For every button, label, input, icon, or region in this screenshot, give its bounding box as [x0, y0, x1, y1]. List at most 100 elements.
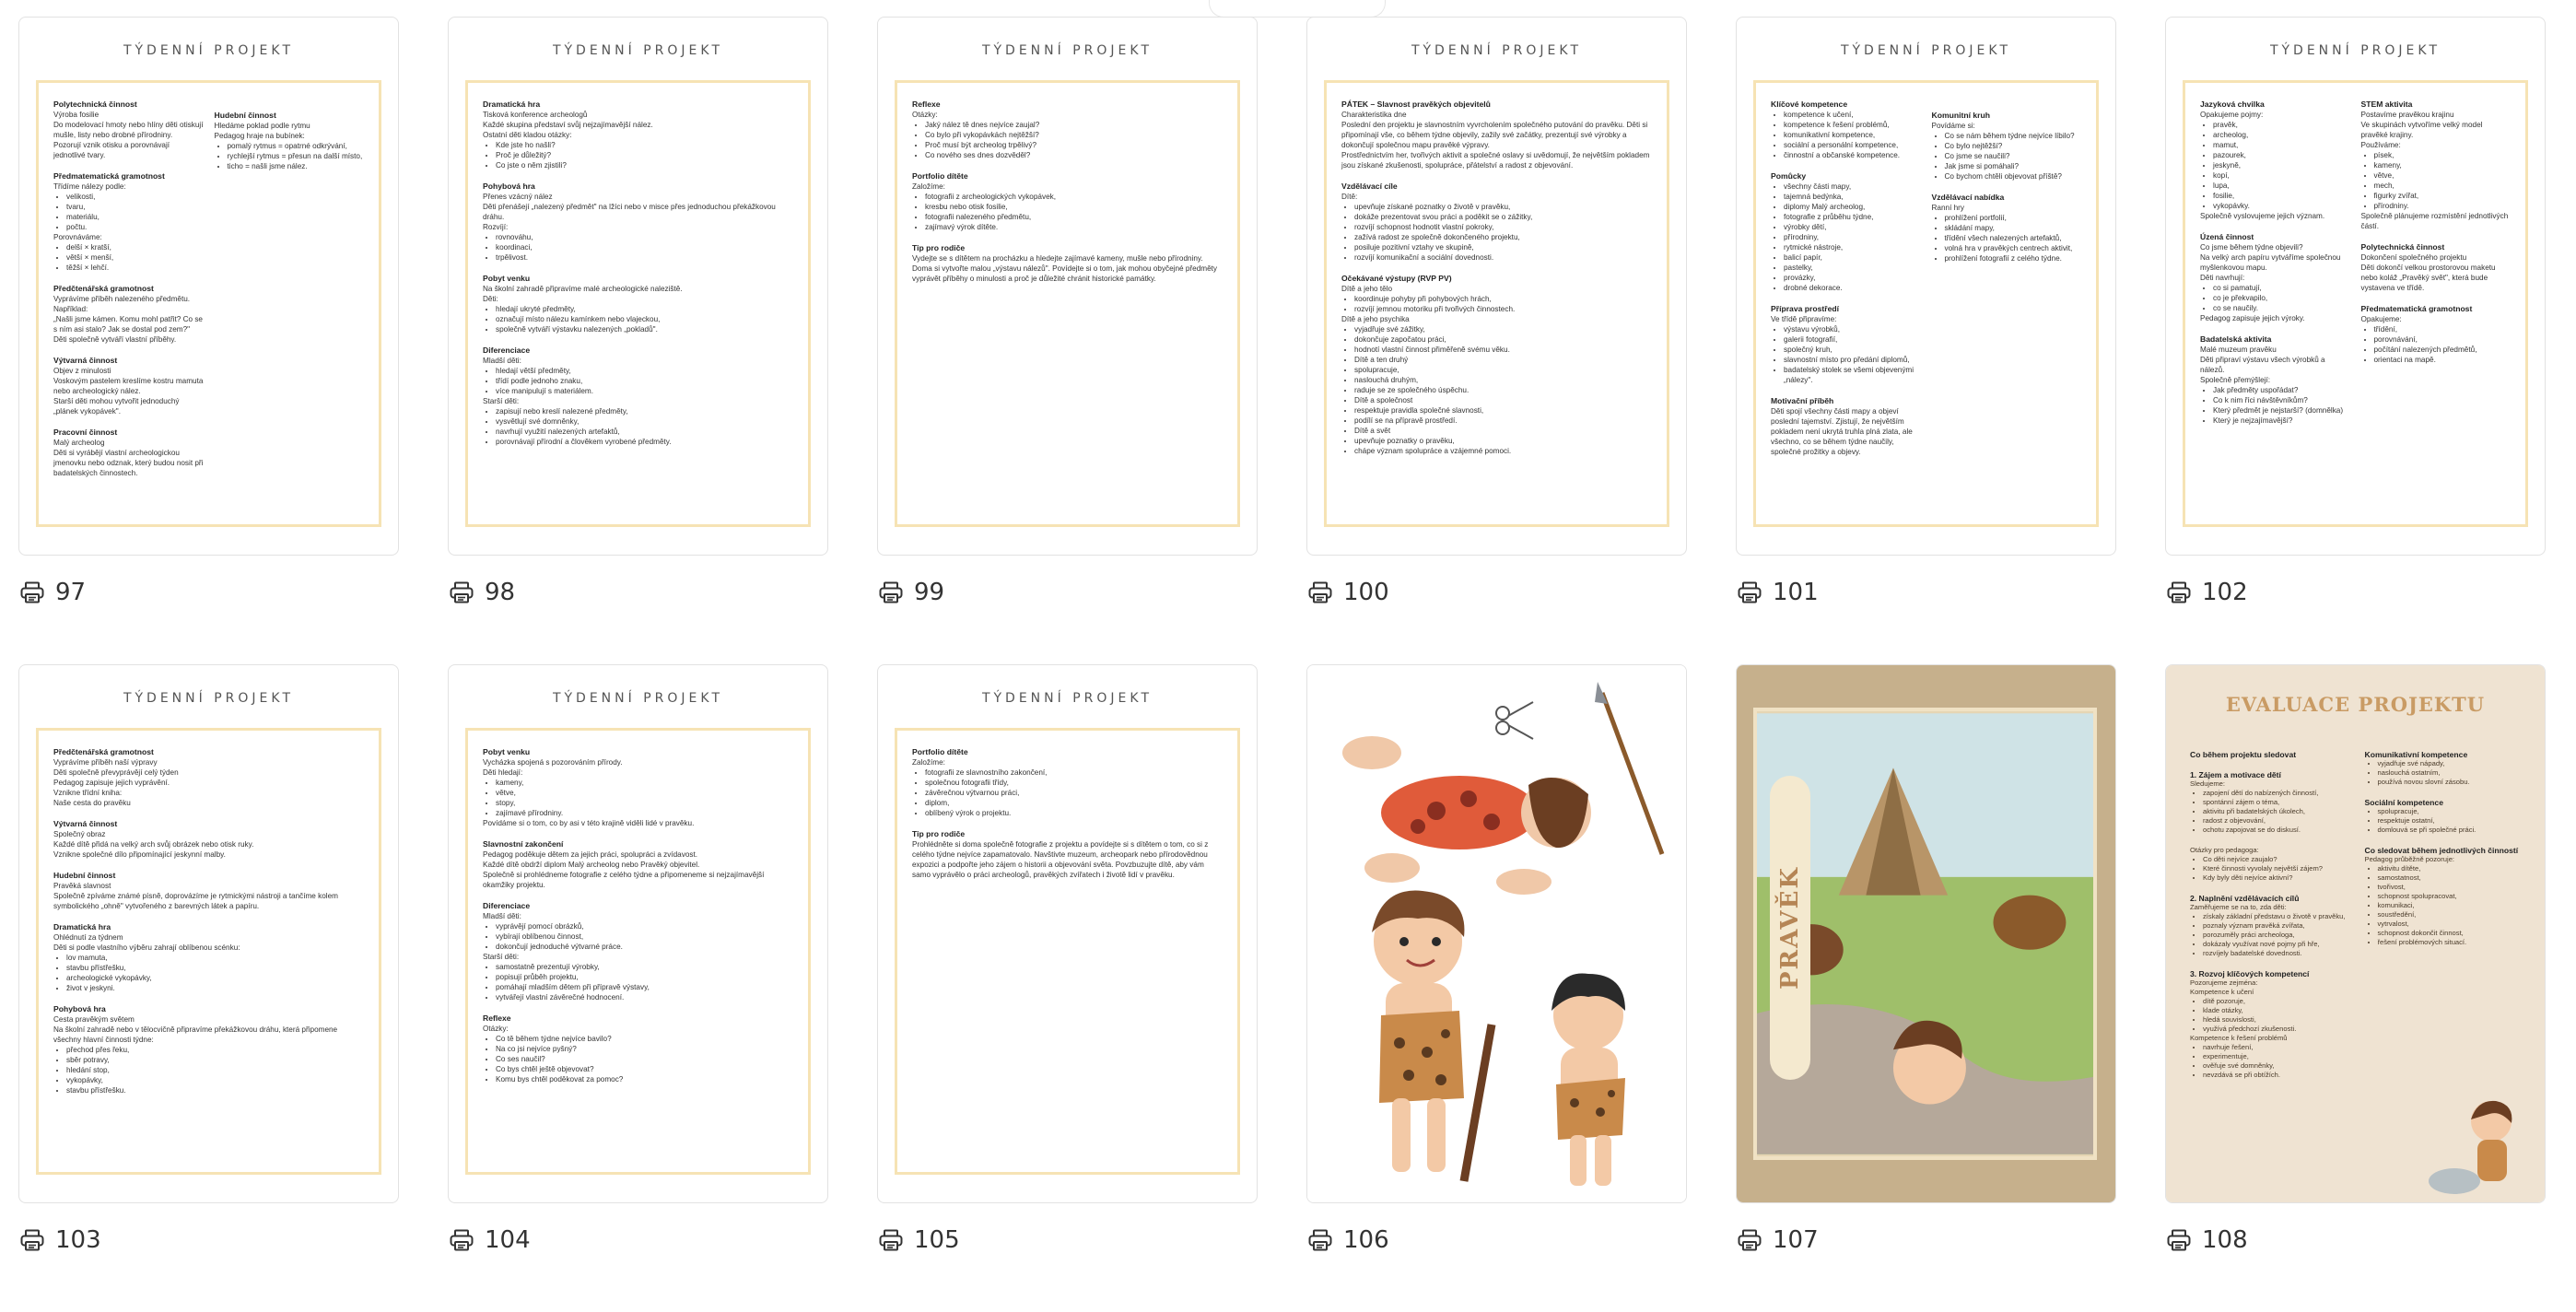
page-number-label[interactable]: 103: [20, 1226, 101, 1254]
section-text: Na školní zahradě připravíme malé archeo…: [483, 285, 683, 293]
bullet-item: větší × menší,: [66, 252, 204, 263]
page-thumbnail[interactable]: TÝDENNÍ PROJEKT Pobyt venku Vycházka spoje…: [448, 664, 828, 1203]
top-toggle-tab[interactable]: [1209, 0, 1386, 18]
bullet-item: rychlejší rytmus = přesun na další místo…: [228, 151, 365, 161]
bullet-item: rozvíjí komunikační a sociální dovednost…: [1354, 252, 1652, 263]
bullet-item: trpělivost.: [496, 252, 793, 263]
page-thumbnail[interactable]: TÝDENNÍ PROJEKTKlíčové kompetencekompete…: [1736, 17, 2116, 556]
section-heading: Diferenciace: [483, 346, 531, 355]
section-text: Pedagog poděkuje dětem za jejich práci, …: [483, 850, 698, 859]
page-number-label[interactable]: 101: [1738, 579, 1819, 606]
bullet-item: tvaru,: [66, 202, 204, 212]
bullet-list: Co děti nejvíce zaujalo?Které činnosti v…: [2190, 855, 2352, 883]
bullet-item: respektuje ostatní,: [2378, 816, 2527, 826]
bullet-item: vyjadřuje své zážitky,: [1354, 324, 1652, 334]
content-column: Předčtenářská gramotnost Vyprávíme příběh…: [53, 747, 364, 1107]
printer-icon[interactable]: [1308, 1229, 1332, 1251]
section-heading: Co během projektu sledovat: [2190, 750, 2297, 759]
page-thumbnail[interactable]: TÝDENNÍ PROJEKT Jazyková chvilka Opakujeme…: [2165, 17, 2546, 556]
section-text: Prohlédněte si doma společně fotografie …: [912, 840, 1209, 879]
printer-icon[interactable]: [450, 581, 474, 603]
bullet-item: vysvětlují své domněnky,: [496, 416, 793, 427]
content-section: Tip pro rodiče Prohlédněte si doma společ…: [912, 829, 1223, 880]
bullet-item: fotografii nalezeného předmětu,: [925, 212, 1223, 222]
page-number-label[interactable]: 98: [450, 579, 515, 606]
bullet-item: kompetence k učení,: [1784, 110, 1921, 120]
page-content-frame: Polytechnická činnost Výroba fosilie Do mo…: [36, 80, 381, 527]
section-heading: Očekávané výstupy (RVP PV): [1341, 274, 1452, 283]
section-text: Používáme:: [2360, 141, 2401, 149]
bullet-item: výrobky dětí,: [1784, 222, 1921, 232]
page-thumbnail[interactable]: PRAVĚK: [1736, 664, 2116, 1203]
section-text: Voskovým pastelem kreslíme kostru mamuta…: [53, 377, 204, 395]
bullet-item: archeologické vykopávky,: [66, 973, 364, 983]
printer-icon[interactable]: [1738, 1229, 1762, 1251]
page-thumbnail[interactable]: TÝDENNÍ PROJEKT PÁTEK – Slavnost pravěkýc…: [1306, 17, 1687, 556]
bullet-item: co se naučily.: [2213, 303, 2350, 313]
content-section: Reflexe Otázky:Co tě během týdne nejvíce …: [483, 1013, 793, 1084]
bullet-item: sběr potravy,: [66, 1055, 364, 1065]
printer-icon[interactable]: [879, 581, 903, 603]
bullet-list: vyjadřuje své nápady,naslouchá ostatním,…: [2365, 759, 2527, 787]
printer-icon[interactable]: [20, 581, 44, 603]
cover-vertical-title: PRAVĚK: [1770, 776, 1810, 1080]
page-number-label[interactable]: 107: [1738, 1226, 1819, 1254]
bullet-item: Kde jste ho našli?: [496, 140, 793, 150]
page-number-label[interactable]: 104: [450, 1226, 531, 1254]
printer-icon[interactable]: [1308, 581, 1332, 603]
bullet-item: jeskyně,: [2213, 160, 2350, 170]
page-thumbnail[interactable]: EVALUACE PROJEKTU Co během projektu sledo…: [2165, 664, 2546, 1203]
bullet-item: oblíbený výrok o projektu.: [925, 808, 1223, 818]
section-heading: Pohybová hra: [483, 182, 535, 191]
printer-icon[interactable]: [450, 1229, 474, 1251]
page-number: 105: [914, 1226, 960, 1254]
evaluation-page: EVALUACE PROJEKTU Co během projektu sledo…: [2166, 665, 2545, 1202]
page-thumbnail[interactable]: TÝDENNÍ PROJEKT Portfolio dítěte Založíme:…: [877, 664, 1258, 1203]
page-number-label[interactable]: 108: [2167, 1226, 2248, 1254]
section-text: Vycházka spojená s pozorováním přírody.: [483, 758, 623, 767]
content-column: Klíčové kompetencekompetence k učení,kom…: [1771, 100, 1921, 468]
content-section: Badatelská aktivita Malé muzeum pravěku Dě…: [2200, 334, 2350, 426]
bullet-item: zažívá radost ze společně dokončeného pr…: [1354, 232, 1652, 242]
bullet-item: prohlížení fotografií z celého týdne.: [1945, 253, 2082, 264]
printer-icon[interactable]: [2167, 1229, 2191, 1251]
bullet-item: rovnováhu,: [496, 232, 793, 242]
section-text: Mladší děti:: [483, 357, 521, 365]
section-heading: Předčtenářská gramotnost: [53, 284, 154, 293]
page-number-label[interactable]: 97: [20, 579, 86, 606]
printer-icon[interactable]: [2167, 581, 2191, 603]
page-thumbnail[interactable]: TÝDENNÍ PROJEKT Dramatická hra Tisková kon…: [448, 17, 828, 556]
content-section: STEM aktivita Postavíme pravěkou krajinu V…: [2361, 100, 2512, 231]
section-text: Cesta pravěkým světem: [53, 1015, 135, 1024]
page-thumbnail-cell: TÝDENNÍ PROJEKTKlíčové kompetencekompete…: [1736, 17, 2118, 664]
bullet-item: naslouchá ostatním,: [2378, 768, 2527, 778]
page-number-label[interactable]: 100: [1308, 579, 1389, 606]
section-text: Děti hledají:: [483, 768, 523, 777]
page-number-label[interactable]: 102: [2167, 579, 2248, 606]
page-number-label[interactable]: 105: [879, 1226, 960, 1254]
page-thumbnail-cell: TÝDENNÍ PROJEKT Portfolio dítěte Založíme:…: [877, 664, 1259, 1312]
section-text: Děti přenášejí „nalezený předmět" na lží…: [483, 203, 776, 221]
section-text: Ranní hry: [1931, 204, 1965, 212]
page-number: 106: [1343, 1226, 1389, 1254]
content-section: Komunikativní kompetencevyjadřuje své ná…: [2365, 750, 2527, 787]
page-thumbnail[interactable]: TÝDENNÍ PROJEKT Polytechnická činnost Výro…: [18, 17, 399, 556]
page-thumbnail[interactable]: TÝDENNÍ PROJEKT Předčtenářská gramotnost V…: [18, 664, 399, 1203]
page-number-label[interactable]: 106: [1308, 1226, 1389, 1254]
page-thumbnail[interactable]: TÝDENNÍ PROJEKT Reflexe Otázky:Jaký nález …: [877, 17, 1258, 556]
printer-icon[interactable]: [1738, 581, 1762, 603]
bullet-item: kameny,: [496, 778, 793, 788]
printer-icon[interactable]: [20, 1229, 44, 1251]
bullet-list: prohlížení portfolií,skládání mapy,třídě…: [1932, 213, 2082, 264]
printer-icon[interactable]: [879, 1229, 903, 1251]
content-section: Dramatická hra Tisková konference archeol…: [483, 100, 793, 170]
bullet-item: kompetence k řešení problémů,: [1784, 120, 1921, 130]
bullet-item: společnou fotografii třídy,: [925, 778, 1223, 788]
section-text: Děti společně převyprávějí celý týden: [53, 768, 179, 777]
bullet-item: Co tě během týdne nejvíce bavilo?: [496, 1034, 793, 1044]
bullet-item: archeolog,: [2213, 130, 2350, 140]
section-heading: 2. Naplnění vzdělávacích cílů: [2190, 894, 2300, 903]
page-thumbnail[interactable]: [1306, 664, 1687, 1203]
bullet-list: výstavu výrobků,galerii fotografií,spole…: [1771, 324, 1921, 385]
page-number-label[interactable]: 99: [879, 579, 944, 606]
